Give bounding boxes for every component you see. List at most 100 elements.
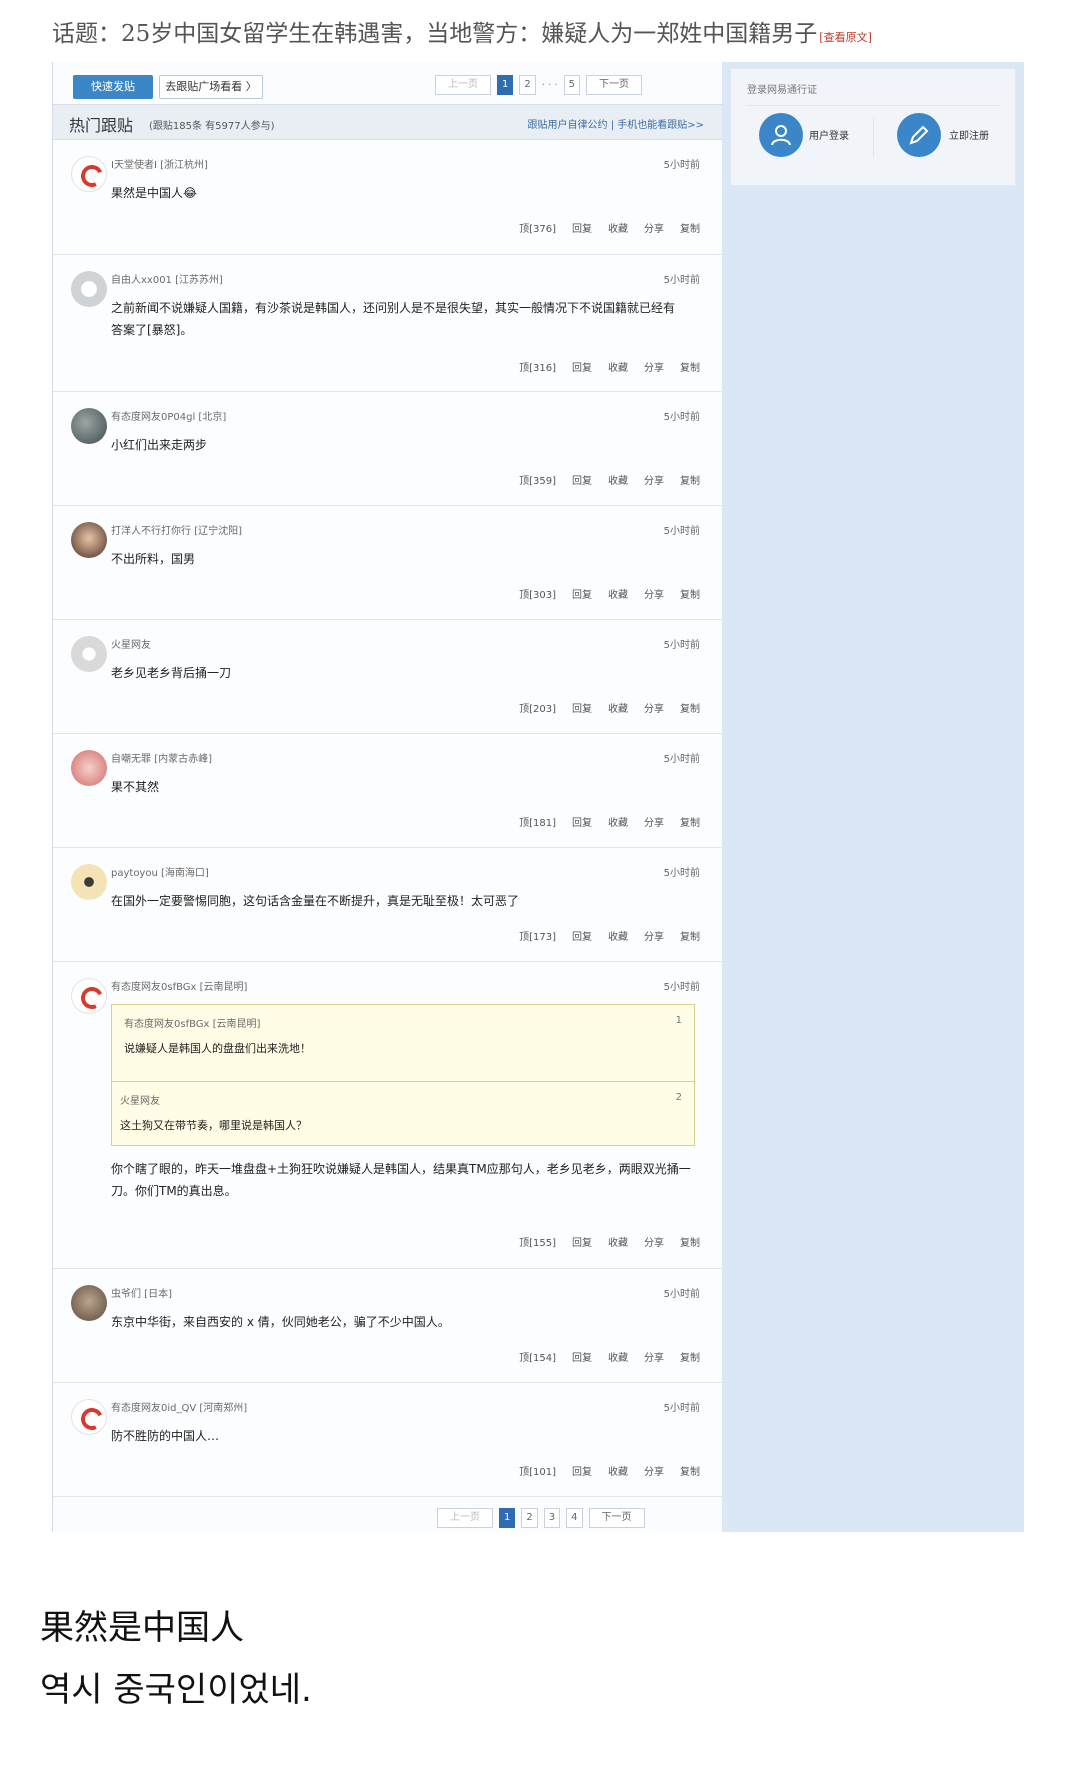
copy-button[interactable]: 复制 <box>680 220 700 235</box>
copy-button[interactable]: 复制 <box>680 1349 700 1364</box>
favorite-button[interactable]: 收藏 <box>608 1234 628 1249</box>
share-button[interactable]: 分享 <box>644 1349 664 1364</box>
favorite-button[interactable]: 收藏 <box>608 586 628 601</box>
copy-button[interactable]: 复制 <box>680 814 700 829</box>
reply-button[interactable]: 回复 <box>572 700 592 715</box>
reply-button[interactable]: 回复 <box>572 220 592 235</box>
upvote-button[interactable]: 顶[155] <box>519 1234 556 1249</box>
upvote-button[interactable]: 顶[181] <box>519 814 556 829</box>
avatar[interactable] <box>71 522 107 558</box>
share-button[interactable]: 分享 <box>644 1234 664 1249</box>
favorite-button[interactable]: 收藏 <box>608 472 628 487</box>
header-links[interactable]: 跟贴用户自律公约 | 手机也能看跟贴>> <box>528 116 704 131</box>
avatar[interactable] <box>71 636 107 672</box>
comment-user[interactable]: 有态度网友0sfBGx [云南昆明] <box>111 978 247 993</box>
avatar[interactable] <box>71 271 107 307</box>
share-button[interactable]: 分享 <box>644 472 664 487</box>
comment-user[interactable]: 火星网友 <box>111 636 151 651</box>
comment-item: 有态度网友0id_QV [河南郑州] 5小时前 防不胜防的中国人… 顶[101]… <box>53 1383 722 1497</box>
avatar[interactable] <box>71 750 107 786</box>
comment-user[interactable]: 有态度网友0P04gl [北京] <box>111 408 226 423</box>
reply-button[interactable]: 回复 <box>572 1234 592 1249</box>
share-button[interactable]: 分享 <box>644 359 664 374</box>
page-2-button[interactable]: 2 <box>519 75 536 95</box>
prev-page-button[interactable]: 上一页 <box>437 1508 493 1528</box>
copy-button[interactable]: 复制 <box>680 1463 700 1478</box>
copy-button[interactable]: 复制 <box>680 928 700 943</box>
favorite-button[interactable]: 收藏 <box>608 220 628 235</box>
upvote-button[interactable]: 顶[303] <box>519 586 556 601</box>
register-link[interactable]: 立即注册 <box>949 127 989 142</box>
page-1-button[interactable]: 1 <box>499 1508 516 1528</box>
favorite-button[interactable]: 收藏 <box>608 1463 628 1478</box>
avatar[interactable] <box>71 978 107 1014</box>
favorite-button[interactable]: 收藏 <box>608 1349 628 1364</box>
comment-user[interactable]: 有态度网友0id_QV [河南郑州] <box>111 1399 247 1414</box>
favorite-button[interactable]: 收藏 <box>608 928 628 943</box>
share-button[interactable]: 分享 <box>644 814 664 829</box>
comment-actions: 顶[173] 回复 收藏 分享 复制 <box>519 928 700 943</box>
reply-button[interactable]: 回复 <box>572 472 592 487</box>
prev-page-button[interactable]: 上一页 <box>435 75 491 95</box>
comment-user[interactable]: I天堂使者I [浙江杭州] <box>111 156 208 171</box>
next-page-button[interactable]: 下一页 <box>588 1508 645 1528</box>
share-button[interactable]: 分享 <box>644 586 664 601</box>
comment-user[interactable]: paytoyou [海南海口] <box>111 864 209 879</box>
login-box: 登录网易通行证 用户登录 立即注册 <box>730 68 1016 186</box>
reply-button[interactable]: 回复 <box>572 586 592 601</box>
copy-button[interactable]: 复制 <box>680 700 700 715</box>
favorite-button[interactable]: 收藏 <box>608 814 628 829</box>
share-button[interactable]: 分享 <box>644 220 664 235</box>
comment-item: 有态度网友0P04gl [北京] 5小时前 小红们出来走两步 顶[359] 回复… <box>53 392 722 506</box>
user-login-link[interactable]: 用户登录 <box>809 127 849 142</box>
upvote-button[interactable]: 顶[101] <box>519 1463 556 1478</box>
upvote-button[interactable]: 顶[359] <box>519 472 556 487</box>
page-2-button[interactable]: 2 <box>521 1508 538 1528</box>
upvote-button[interactable]: 顶[173] <box>519 928 556 943</box>
comment-time: 5小时前 <box>663 1403 700 1414</box>
favorite-button[interactable]: 收藏 <box>608 700 628 715</box>
avatar[interactable] <box>71 156 107 192</box>
reply-button[interactable]: 回复 <box>572 1349 592 1364</box>
reply-button[interactable]: 回复 <box>572 1463 592 1478</box>
comment-actions: 顶[359] 回复 收藏 分享 复制 <box>519 472 700 487</box>
go-plaza-button[interactable]: 去跟贴广场看看 〉 <box>159 75 263 99</box>
comment-user[interactable]: 虫爷们 [日本] <box>111 1285 172 1300</box>
comment-page-screenshot: 快速发贴 去跟贴广场看看 〉 上一页 1 2 · · · 5 下一页 热门跟贴 … <box>52 62 1024 1532</box>
share-button[interactable]: 分享 <box>644 700 664 715</box>
upvote-button[interactable]: 顶[203] <box>519 700 556 715</box>
quote-floor-number: 1 <box>675 1015 682 1026</box>
avatar[interactable] <box>71 408 107 444</box>
copy-button[interactable]: 复制 <box>680 586 700 601</box>
next-page-button[interactable]: 下一页 <box>586 75 643 95</box>
upvote-button[interactable]: 顶[376] <box>519 220 556 235</box>
pencil-icon[interactable] <box>897 113 941 157</box>
quote-user[interactable]: 有态度网友0sfBGx [云南昆明] <box>124 1015 682 1030</box>
reply-button[interactable]: 回复 <box>572 928 592 943</box>
upvote-button[interactable]: 顶[316] <box>519 359 556 374</box>
favorite-button[interactable]: 收藏 <box>608 359 628 374</box>
copy-button[interactable]: 复制 <box>680 1234 700 1249</box>
reply-button[interactable]: 回复 <box>572 814 592 829</box>
comment-user[interactable]: 自由人xx001 [江苏苏州] <box>111 271 223 286</box>
page-3-button[interactable]: 3 <box>543 1508 561 1528</box>
comment-user[interactable]: 打洋人不行打你行 [辽宁沈阳] <box>111 522 242 537</box>
reply-button[interactable]: 回复 <box>572 359 592 374</box>
share-button[interactable]: 分享 <box>644 1463 664 1478</box>
page-1-button[interactable]: 1 <box>497 75 514 95</box>
avatar[interactable] <box>71 1399 107 1435</box>
user-icon[interactable] <box>759 113 803 157</box>
avatar[interactable] <box>71 864 107 900</box>
copy-button[interactable]: 复制 <box>680 472 700 487</box>
upvote-button[interactable]: 顶[154] <box>519 1349 556 1364</box>
copy-button[interactable]: 复制 <box>680 359 700 374</box>
comment-user[interactable]: 自嘲无罪 [内蒙古赤峰] <box>111 750 212 765</box>
fast-post-button[interactable]: 快速发贴 <box>73 75 153 99</box>
quote-user[interactable]: 火星网友 <box>120 1092 686 1107</box>
view-original-link[interactable]: [查看原文] <box>819 31 872 44</box>
page-4-button[interactable]: 4 <box>566 1508 583 1528</box>
page-5-button[interactable]: 5 <box>563 75 581 95</box>
avatar[interactable] <box>71 1285 107 1321</box>
comment-text: 东京中华街，来自西安的 x 倩，伙同她老公，骗了不少中国人。 <box>111 1315 450 1329</box>
share-button[interactable]: 分享 <box>644 928 664 943</box>
